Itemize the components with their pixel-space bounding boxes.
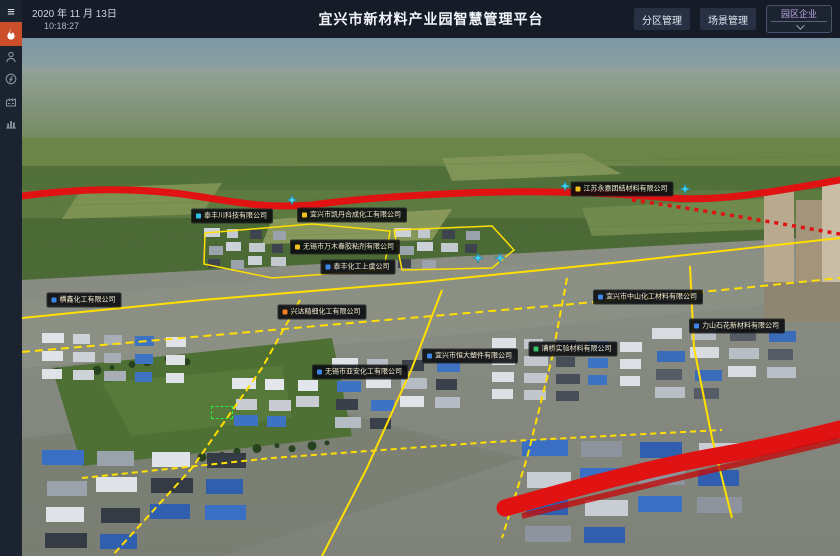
- drone-marker-icon[interactable]: [472, 252, 484, 264]
- company-label[interactable]: 横鑫化工有限公司: [47, 293, 122, 308]
- company-marker-icon: [196, 214, 201, 219]
- company-marker-icon: [52, 298, 57, 303]
- factory-icon[interactable]: [0, 90, 22, 112]
- company-label-text: 宜兴市恒大塑件有限公司: [435, 353, 512, 360]
- app-window: ≡ 2020 年 11 月 13日 10:18:27 宜兴市新材料产业园智慧管理…: [0, 0, 840, 556]
- menu-icon[interactable]: ≡: [0, 0, 22, 22]
- company-label-text: 泰丰川科技有限公司: [204, 213, 267, 220]
- company-label-text: 漕桥实验材料有限公司: [542, 346, 612, 353]
- company-label[interactable]: 宜兴市中山化工材料有限公司: [593, 290, 703, 305]
- company-label-text: 横鑫化工有限公司: [60, 297, 116, 304]
- company-marker-icon: [326, 265, 331, 270]
- company-label[interactable]: 力山石花新材料有限公司: [689, 319, 785, 334]
- scene-terrain: [22, 38, 840, 556]
- park-enterprise-label: 园区企业: [781, 9, 817, 20]
- company-marker-icon: [427, 354, 432, 359]
- company-label-text: 力山石花新材料有限公司: [702, 323, 779, 330]
- company-label[interactable]: 漕桥实验材料有限公司: [529, 342, 618, 357]
- scene-manage-button[interactable]: 场景管理: [700, 8, 756, 30]
- company-marker-icon: [598, 295, 603, 300]
- selection-box: [211, 406, 233, 419]
- zone-manage-button[interactable]: 分区管理: [634, 8, 690, 30]
- drone-marker-icon[interactable]: [559, 180, 571, 192]
- company-label[interactable]: 宜兴市恒大塑件有限公司: [422, 349, 518, 364]
- company-label[interactable]: 宜兴市凯丹合成化工有限公司: [297, 208, 407, 223]
- sidebar: ≡: [0, 0, 22, 556]
- company-label-text: 兴达精细化工有限公司: [291, 309, 361, 316]
- company-label-text: 宜兴市中山化工材料有限公司: [606, 294, 697, 301]
- company-marker-icon: [302, 213, 307, 218]
- company-label[interactable]: 无锡市万木春胶粘剂有限公司: [290, 240, 400, 255]
- gauge-icon[interactable]: [0, 68, 22, 90]
- drone-marker-icon[interactable]: [286, 194, 298, 206]
- company-label-text: 宜兴市凯丹合成化工有限公司: [310, 212, 401, 219]
- park-enterprise-dropdown[interactable]: 园区企业: [766, 5, 832, 33]
- map-3d-canvas[interactable]: 泰丰川科技有限公司 宜兴市凯丹合成化工有限公司无锡市万木春胶粘剂有限公司泰丰化工上…: [22, 38, 840, 556]
- chevron-down-icon: [796, 21, 804, 29]
- company-marker-icon: [534, 347, 539, 352]
- drone-marker-icon[interactable]: [679, 183, 691, 195]
- company-marker-icon: [317, 370, 322, 375]
- company-marker-icon: [295, 245, 300, 250]
- company-label-text: 无锡市亚安化工有限公司: [325, 369, 402, 376]
- company-label[interactable]: 泰丰化工上虞公司: [321, 260, 396, 275]
- company-label-text: 无锡市万木春胶粘剂有限公司: [303, 244, 394, 251]
- company-label[interactable]: 无锡市亚安化工有限公司: [312, 365, 408, 380]
- company-label[interactable]: 泰丰川科技有限公司: [191, 209, 273, 224]
- header-bar: 2020 年 11 月 13日 10:18:27 宜兴市新材料产业园智慧管理平台…: [22, 0, 840, 38]
- company-label-text: 江苏永嘉团结材料有限公司: [584, 186, 668, 193]
- company-label[interactable]: 江苏永嘉团结材料有限公司: [571, 182, 674, 197]
- right-edge-towers: [764, 180, 840, 322]
- flame-icon[interactable]: [0, 22, 22, 46]
- company-marker-icon: [576, 187, 581, 192]
- drone-marker-icon[interactable]: [494, 252, 506, 264]
- company-marker-icon: [283, 310, 288, 315]
- bar-chart-icon[interactable]: [0, 112, 22, 134]
- company-label-text: 泰丰化工上虞公司: [334, 264, 390, 271]
- user-icon[interactable]: [0, 46, 22, 68]
- company-label[interactable]: 兴达精细化工有限公司: [278, 305, 367, 320]
- header-actions: 分区管理 场景管理 园区企业: [634, 0, 832, 38]
- company-marker-icon: [694, 324, 699, 329]
